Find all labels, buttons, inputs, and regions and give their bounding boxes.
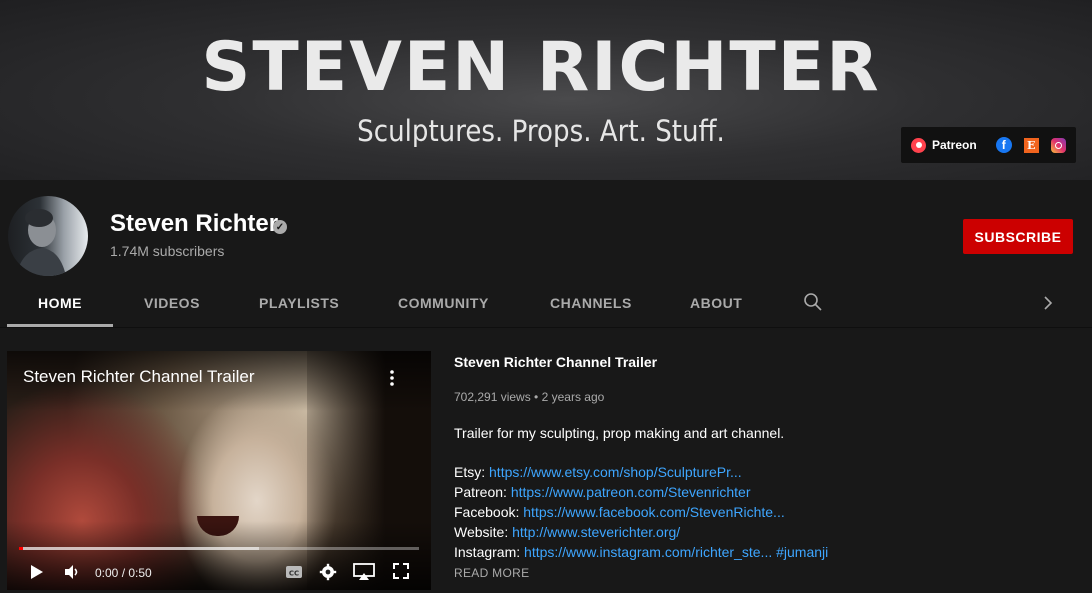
tab-community[interactable]: COMMUNITY (398, 295, 489, 311)
subscriber-count: 1.74M subscribers (110, 243, 225, 259)
video-description: Trailer for my sculpting, prop making an… (454, 425, 785, 441)
link-key: Facebook: (454, 504, 520, 520)
website-url-link[interactable]: http://www.steverichter.org/ (512, 524, 680, 540)
patreon-label: Patreon (932, 138, 977, 152)
link-key: Website: (454, 524, 509, 540)
tab-playlists[interactable]: PLAYLISTS (259, 295, 339, 311)
search-icon[interactable] (803, 292, 823, 312)
more-vert-icon[interactable] (390, 369, 394, 387)
settings-icon[interactable] (319, 563, 337, 581)
link-key: Etsy: (454, 464, 486, 480)
instagram-url-link[interactable]: https://www.instagram.com/richter_ste... (524, 544, 772, 560)
progress-played (19, 547, 23, 550)
etsy-icon[interactable]: E (1023, 137, 1039, 153)
patreon-icon (911, 137, 926, 153)
tab-channels[interactable]: CHANNELS (550, 295, 632, 311)
channel-banner: STEVEN RICHTER Sculptures. Props. Art. S… (0, 0, 1092, 180)
fullscreen-icon[interactable] (393, 563, 409, 579)
facebook-url-link[interactable]: https://www.facebook.com/StevenRichte... (523, 504, 784, 520)
airplay-icon[interactable] (353, 563, 375, 581)
read-more-button[interactable]: READ MORE (454, 566, 529, 580)
verified-icon: ✓ (273, 220, 287, 234)
link-key: Patreon: (454, 484, 507, 500)
avatar[interactable] (8, 196, 88, 276)
tab-home[interactable]: HOME (38, 295, 82, 311)
etsy-url-link[interactable]: https://www.etsy.com/shop/SculpturePr... (489, 464, 742, 480)
tab-about[interactable]: ABOUT (690, 295, 742, 311)
hashtag-link[interactable]: #jumanji (776, 544, 828, 560)
subscribe-button[interactable]: SUBSCRIBE (963, 219, 1073, 254)
channel-name[interactable]: Steven Richter (110, 210, 278, 238)
description-line-patreon: Patreon: https://www.patreon.com/Stevenr… (454, 484, 751, 500)
facebook-icon[interactable]: f (995, 137, 1012, 153)
tabs-divider (0, 327, 1092, 328)
banner-tagline: Sculptures. Props. Art. Stuff. (357, 114, 725, 148)
description-line-instagram: Instagram: https://www.instagram.com/ric… (454, 544, 828, 560)
progress-buffered (19, 547, 259, 550)
progress-bar[interactable] (19, 547, 419, 550)
svg-text:CC: CC (289, 570, 299, 578)
tab-videos[interactable]: VIDEOS (144, 295, 200, 311)
description-line-etsy: Etsy: https://www.etsy.com/shop/Sculptur… (454, 464, 742, 480)
banner-title: STEVEN RICHTER (201, 28, 881, 107)
patreon-url-link[interactable]: https://www.patreon.com/Stevenrichter (511, 484, 751, 500)
video-player[interactable]: Steven Richter Channel Trailer 0:00 / 0:… (7, 351, 431, 590)
link-key: Instagram: (454, 544, 521, 560)
time-display: 0:00 / 0:50 (95, 566, 152, 580)
video-title[interactable]: Steven Richter Channel Trailer (454, 354, 657, 370)
instagram-icon[interactable] (1050, 137, 1066, 153)
avatar-silhouette (16, 209, 66, 276)
chevron-right-icon[interactable] (1040, 294, 1056, 312)
play-icon[interactable] (29, 563, 45, 581)
player-title[interactable]: Steven Richter Channel Trailer (23, 367, 255, 387)
patreon-link[interactable]: Patreon (901, 137, 977, 153)
description-line-facebook: Facebook: https://www.facebook.com/Steve… (454, 504, 785, 520)
description-line-website: Website: http://www.steverichter.org/ (454, 524, 680, 540)
banner-links: Patreon f E (901, 127, 1076, 163)
captions-icon[interactable]: CC (285, 563, 303, 581)
video-meta: 702,291 views • 2 years ago (454, 390, 605, 404)
volume-icon[interactable] (63, 563, 81, 581)
